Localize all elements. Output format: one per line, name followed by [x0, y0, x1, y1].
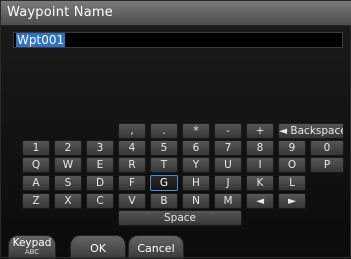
key-9[interactable]: 9 — [278, 140, 306, 156]
key-7[interactable]: 7 — [214, 140, 242, 156]
cursor-right-key[interactable]: ► — [278, 193, 306, 209]
key-z[interactable]: Z — [22, 193, 50, 209]
key-n[interactable]: N — [182, 193, 210, 209]
backspace-key[interactable]: ◄ Backspace — [278, 123, 344, 139]
key-x[interactable]: X — [54, 193, 82, 209]
key-w[interactable]: W — [54, 157, 82, 173]
key-m[interactable]: M — [214, 193, 242, 209]
key-4[interactable]: 4 — [118, 140, 146, 156]
ok-softkey[interactable]: OK — [70, 235, 126, 259]
key-j[interactable]: J — [214, 175, 242, 191]
key-d[interactable]: D — [86, 175, 114, 191]
key-c[interactable]: C — [86, 193, 114, 209]
key-6[interactable]: 6 — [182, 140, 210, 156]
key-asterisk[interactable]: * — [182, 123, 210, 139]
cancel-softkey[interactable]: Cancel — [128, 235, 184, 259]
waypoint-name-value: Wpt001 — [16, 33, 66, 47]
key-t[interactable]: T — [150, 157, 178, 173]
key-plus[interactable]: + — [246, 123, 274, 139]
key-q[interactable]: Q — [22, 157, 50, 173]
key-g[interactable]: G — [150, 175, 178, 191]
keypad-softkey[interactable]: Keypad ABC — [8, 235, 56, 259]
key-o[interactable]: O — [278, 157, 306, 173]
key-period[interactable]: . — [150, 123, 178, 139]
key-v[interactable]: V — [118, 193, 146, 209]
key-a[interactable]: A — [22, 175, 50, 191]
key-k[interactable]: K — [246, 175, 274, 191]
key-i[interactable]: I — [246, 157, 274, 173]
key-f[interactable]: F — [118, 175, 146, 191]
key-h[interactable]: H — [182, 175, 210, 191]
key-minus[interactable]: - — [214, 123, 242, 139]
cancel-softkey-label: Cancel — [137, 242, 175, 255]
waypoint-name-dialog: Waypoint Name Wpt001 , . * - + ◄ Backspa… — [0, 0, 351, 259]
space-key[interactable]: Space — [118, 210, 242, 226]
key-0[interactable]: 0 — [310, 140, 344, 156]
ok-softkey-label: OK — [90, 242, 106, 255]
waypoint-name-input[interactable]: Wpt001 — [13, 32, 343, 48]
keypad-softkey-mode: ABC — [24, 248, 40, 256]
key-s[interactable]: S — [54, 175, 82, 191]
key-r[interactable]: R — [118, 157, 146, 173]
key-l[interactable]: L — [278, 175, 306, 191]
key-u[interactable]: U — [214, 157, 242, 173]
key-b[interactable]: B — [150, 193, 178, 209]
title-bar: Waypoint Name — [1, 1, 351, 26]
key-2[interactable]: 2 — [54, 140, 82, 156]
key-3[interactable]: 3 — [86, 140, 114, 156]
key-e[interactable]: E — [86, 157, 114, 173]
dialog-title: Waypoint Name — [7, 5, 113, 20]
key-1[interactable]: 1 — [22, 140, 50, 156]
key-8[interactable]: 8 — [246, 140, 274, 156]
key-y[interactable]: Y — [182, 157, 210, 173]
key-p[interactable]: P — [310, 157, 344, 173]
cursor-left-key[interactable]: ◄ — [246, 193, 274, 209]
key-comma[interactable]: , — [118, 123, 146, 139]
key-5[interactable]: 5 — [150, 140, 178, 156]
